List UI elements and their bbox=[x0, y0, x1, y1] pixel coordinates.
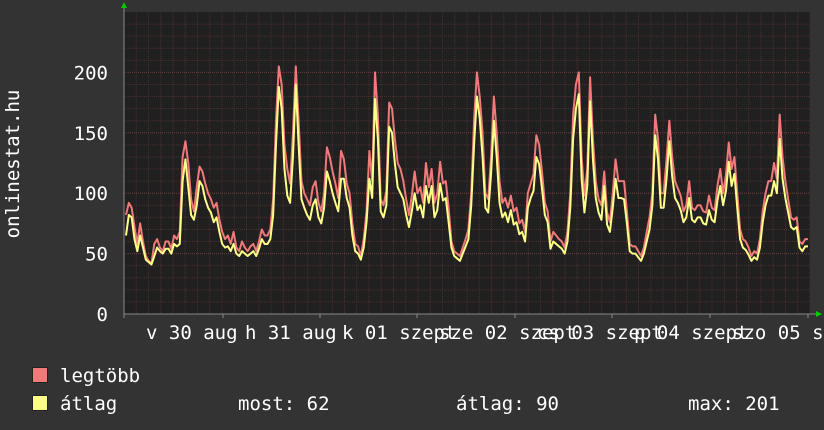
y-tick-label: 150 bbox=[74, 123, 108, 145]
avg-stat: átlag: 90 bbox=[456, 390, 559, 418]
x-tick-label: v 30 aug bbox=[146, 322, 238, 344]
x-tick-label: h 31 aug bbox=[245, 322, 337, 344]
y-tick-label: 50 bbox=[85, 244, 108, 266]
avg-value: 90 bbox=[536, 393, 559, 415]
y-axis-arrow bbox=[121, 2, 127, 8]
legtobb-label: legtöbb bbox=[60, 365, 141, 387]
now-stat: most: 62 bbox=[238, 390, 330, 418]
atlag-swatch bbox=[32, 395, 48, 411]
now-value: 62 bbox=[306, 393, 330, 415]
now-label: most: bbox=[238, 393, 296, 415]
grid bbox=[123, 12, 811, 314]
legtobb-swatch bbox=[32, 367, 48, 383]
avg-label: átlag: bbox=[456, 393, 525, 415]
y-tick-label: 100 bbox=[74, 183, 108, 205]
atlag-label: átlag bbox=[60, 393, 118, 415]
x-tick-label: szo 05 szept bbox=[732, 322, 824, 344]
max-value: 201 bbox=[745, 393, 780, 415]
y-tick-label: 0 bbox=[97, 304, 108, 326]
vertical-axis-label: onlinestat.hu bbox=[2, 90, 24, 239]
max-label: max: bbox=[688, 393, 734, 415]
x-axis-arrow bbox=[816, 311, 822, 317]
max-stat: max: 201 bbox=[688, 390, 780, 418]
y-tick-label: 200 bbox=[74, 62, 108, 84]
